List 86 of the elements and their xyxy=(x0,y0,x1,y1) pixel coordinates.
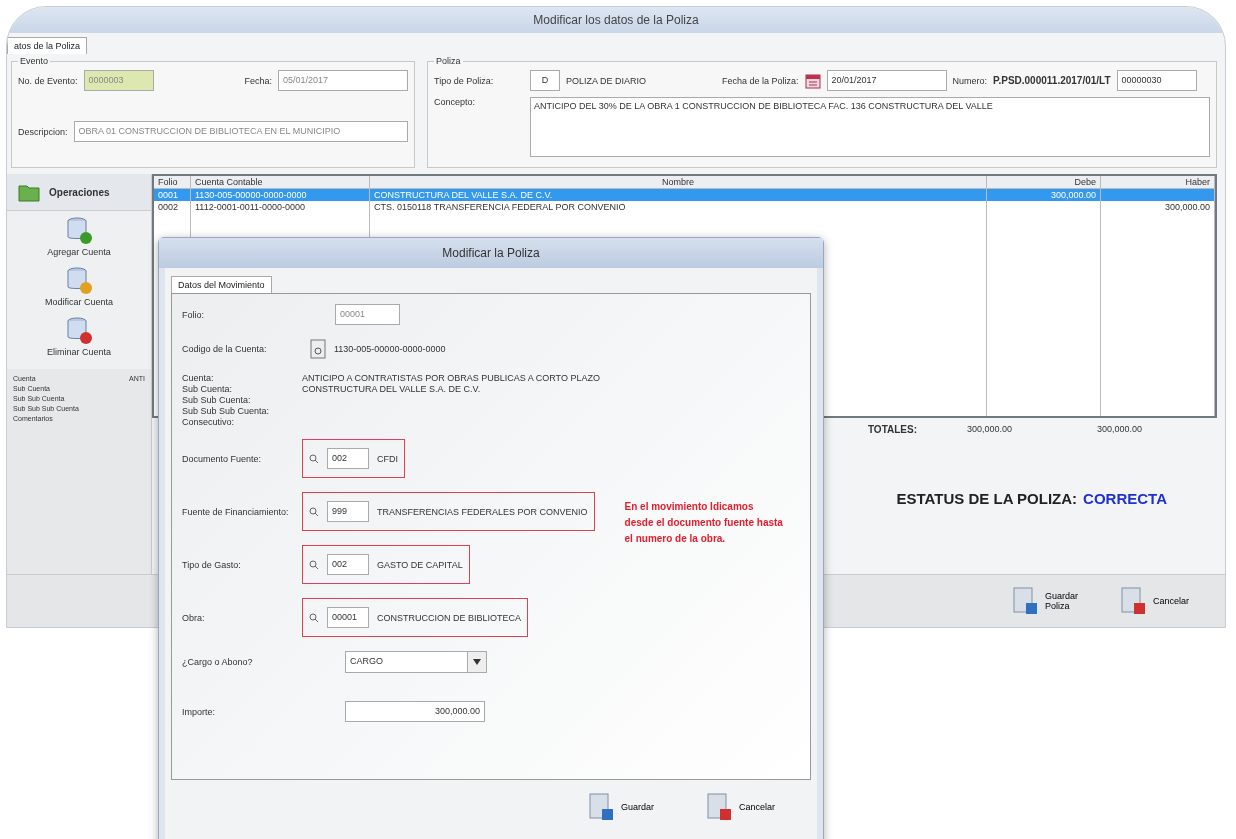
input-field[interactable]: 05/01/2017 xyxy=(278,70,408,91)
field-value: POLIZA DE DIARIO xyxy=(566,75,648,86)
field-value: CONSTRUCCION DE BIBLIOTECA xyxy=(377,612,522,623)
field-label: Documento Fuente: xyxy=(182,453,263,464)
column-header[interactable]: Nombre xyxy=(370,176,987,188)
table-row[interactable]: 0002 1112-0001-0011-0000-0000 CTS. 0150118 TRANSFERENCIA FEDERAL POR CONVENIO 300,000.00 xyxy=(154,201,1215,213)
field-label: No. de Evento: xyxy=(18,75,78,86)
field-label: Tipo de Poliza: xyxy=(434,75,495,86)
column-header[interactable]: Haber xyxy=(1101,176,1215,188)
total-value: 300,000.00 xyxy=(1097,424,1144,435)
table-cell: CONSTRUCTURA DEL VALLE S.A. DE C.V. xyxy=(374,190,553,200)
field-value: ANTICIPO A CONTRATISTAS POR OBRAS PUBLICAS A CORTO PLAZO xyxy=(302,373,600,383)
sidebar-button[interactable]: Eliminar Cuenta xyxy=(7,311,151,361)
sidebar-button[interactable]: Modificar Cuenta xyxy=(7,261,151,311)
field-value: CFDI xyxy=(377,453,398,464)
field-label: Sub Sub Sub Cuenta: xyxy=(182,406,271,416)
input-field[interactable]: OBRA 01 CONSTRUCCION DE BIBLIOTECA EN EL MUNICIPIO xyxy=(73,121,408,142)
database-icon xyxy=(64,215,94,245)
calendar-icon[interactable] xyxy=(804,72,821,89)
group-legend: Poliza xyxy=(434,56,463,66)
input-field[interactable]: D xyxy=(530,70,560,91)
dialog-button[interactable]: Guardar xyxy=(585,790,663,824)
code-field[interactable]: 002 xyxy=(327,448,369,469)
field-label: Numero: xyxy=(952,75,988,86)
field-label: Descripcion: xyxy=(18,126,68,137)
dialog-button[interactable]: Cancelar xyxy=(703,790,781,824)
table-cell: CTS. 0150118 TRANSFERENCIA FEDERAL POR CONVENIO xyxy=(374,202,626,212)
field-value: GASTO DE CAPITAL xyxy=(377,559,463,570)
account-code: 1130-005-00000-0000-0000 xyxy=(334,344,446,354)
table-cell: 300,000.00 xyxy=(1164,202,1210,212)
dialog-title: Modificar la Poliza xyxy=(442,246,540,260)
status-label: ESTATUS DE LA POLIZA: xyxy=(896,490,1078,507)
field-label: Consecutivo: xyxy=(182,417,236,427)
toolbar-button[interactable]: Guardar Poliza xyxy=(1009,584,1087,618)
header-label: Operaciones xyxy=(49,186,110,198)
field-label: Fecha de la Poliza: xyxy=(722,75,799,86)
field-label: Sub Sub Cuenta: xyxy=(182,395,252,405)
tab[interactable]: Datos del Movimiento xyxy=(171,276,272,293)
search-icon[interactable] xyxy=(309,453,319,464)
field-label: Tipo de Gasto: xyxy=(182,559,242,570)
field-value: CONSTRUCTURA DEL VALLE S.A. DE C.V. xyxy=(302,384,481,394)
field-label: Codigo de la Cuenta: xyxy=(182,344,268,354)
field-label: Sub Cuenta: xyxy=(182,384,234,394)
field-label: Fecha: xyxy=(244,75,272,86)
field-label: Folio: xyxy=(182,309,205,320)
total-value: 300,000.00 xyxy=(967,424,1014,435)
tab[interactable]: atos de la Poliza xyxy=(7,37,88,54)
status-value: CORRECTA xyxy=(1083,490,1167,507)
column-header[interactable]: Debe xyxy=(987,176,1101,188)
table-cell: 0002 xyxy=(158,202,179,212)
poliza-number: P.PSD.000011.2017/01/LT xyxy=(993,75,1111,86)
concepto-textarea[interactable]: ANTICIPO DEL 30% DE LA OBRA 1 CONSTRUCCION DE BIBLIOTECA FAC. 136 CONSTRUCTURA DEL VALLE xyxy=(530,97,1210,157)
table-cell: 1130-005-00000-0000-0000 xyxy=(195,190,307,200)
annotation-note: En el movimiento Idicamos desde el documento fuente hasta el numero de la obra. xyxy=(624,500,784,546)
column-header[interactable]: Folio xyxy=(154,176,191,188)
column-header[interactable]: Cuenta Contable xyxy=(191,176,370,188)
caret-icon xyxy=(473,659,481,665)
field-label: ¿Cargo o Abono? xyxy=(182,657,254,667)
totals-label: TOTALES: xyxy=(867,424,917,435)
window-title: Modificar los datos de la Poliza xyxy=(533,13,699,27)
field-label: Cuenta: xyxy=(182,373,215,383)
field-label: Importe: xyxy=(182,706,216,717)
field-label: Obra: xyxy=(182,612,206,623)
date-field[interactable]: 20/01/2017 xyxy=(826,70,947,91)
database-icon xyxy=(64,265,94,295)
search-icon[interactable] xyxy=(309,506,319,517)
sidebar-button[interactable]: Agregar Cuenta xyxy=(7,211,151,261)
search-icon[interactable] xyxy=(309,559,319,570)
code-field[interactable]: 002 xyxy=(327,554,369,575)
amount-field[interactable]: 300,000.00 xyxy=(345,701,485,722)
code-field[interactable]: 00001 xyxy=(327,607,369,628)
code-field[interactable]: 999 xyxy=(327,501,369,522)
table-cell: 300,000.00 xyxy=(1050,190,1096,200)
search-icon[interactable] xyxy=(309,612,319,623)
field-label: Fuente de Financiamiento: xyxy=(182,506,290,517)
cargo-dropdown[interactable]: CARGO xyxy=(345,651,487,673)
field-value: TRANSFERENCIAS FEDERALES POR CONVENIO xyxy=(377,506,588,517)
table-cell: 0001 xyxy=(158,190,179,200)
group-legend: Evento xyxy=(18,56,51,66)
lookup-icon[interactable] xyxy=(310,339,326,359)
toolbar-button[interactable]: Cancelar xyxy=(1117,584,1195,618)
input-field[interactable]: 00001 xyxy=(335,304,400,325)
database-icon xyxy=(64,315,94,345)
table-cell: 1112-0001-0011-0000-0000 xyxy=(195,202,306,212)
input-field[interactable]: 00000030 xyxy=(1116,70,1197,91)
field-label: Concepto: xyxy=(434,97,477,107)
